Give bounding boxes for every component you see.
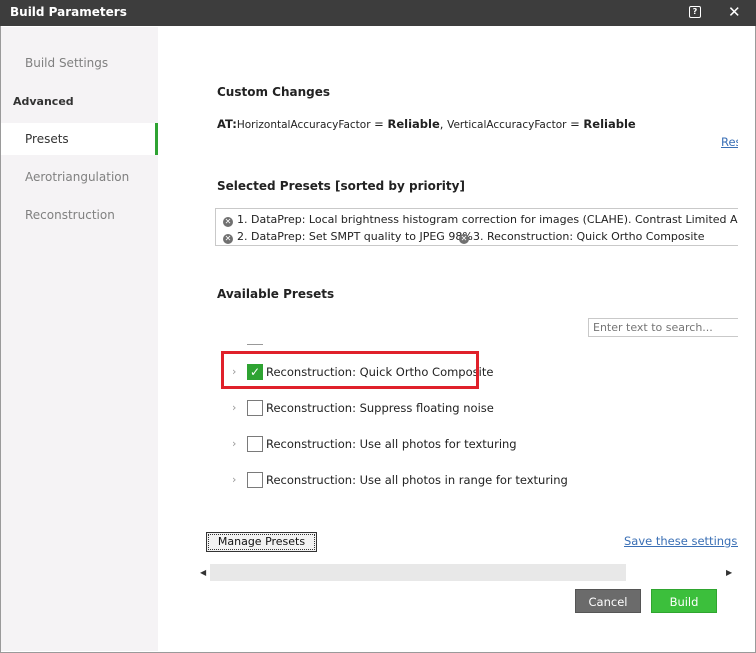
horizontal-scrollbar[interactable] xyxy=(210,564,626,581)
chevron-right-icon[interactable]: › xyxy=(232,401,236,414)
preset-checkbox[interactable] xyxy=(247,400,263,416)
selected-preset-chip: ✕ 3. Reconstruction: Quick Ortho Composit… xyxy=(459,230,705,244)
selected-presets-title: Selected Presets [sorted by priority] xyxy=(217,179,465,193)
help-icon[interactable]: ? xyxy=(689,6,701,18)
title-bar: Build Parameters ? ✕ xyxy=(0,0,756,26)
preset-search-input[interactable] xyxy=(588,318,738,337)
build-button[interactable]: Build xyxy=(651,589,717,613)
preset-label: Reconstruction: Use all photos for textu… xyxy=(266,437,517,451)
selected-preset-chip: ✕ 2. DataPrep: Set SMPT quality to JPEG 9… xyxy=(223,230,473,244)
list-scroll-indicator xyxy=(247,344,263,345)
sidebar-item-aerotriangulation[interactable]: Aerotriangulation xyxy=(1,161,158,193)
custom-changes-prefix: AT: xyxy=(217,117,237,131)
scroll-right-icon[interactable]: ▶ xyxy=(726,568,732,577)
chip-label: 1. DataPrep: Local brightness histogram … xyxy=(237,213,738,226)
sidebar-item-build-settings[interactable]: Build Settings xyxy=(1,47,158,79)
preset-checkbox[interactable] xyxy=(247,472,263,488)
eq-2: = xyxy=(566,117,584,131)
custom-changes-line: AT:HorizontalAccuracyFactor = Reliable, … xyxy=(217,117,636,131)
available-presets-title: Available Presets xyxy=(217,287,335,301)
chip-label: 2. DataPrep: Set SMPT quality to JPEG 98… xyxy=(237,230,473,243)
manage-presets-button[interactable]: Manage Presets xyxy=(206,532,317,552)
presets-panel: Custom Changes AT:HorizontalAccuracyFact… xyxy=(158,27,738,651)
selected-presets-box: ✕ 1. DataPrep: Local brightness histogram… xyxy=(215,208,738,246)
scroll-left-icon[interactable]: ◀ xyxy=(200,568,206,577)
remove-chip-icon[interactable]: ✕ xyxy=(459,234,469,244)
preset-label: Reconstruction: Suppress floating noise xyxy=(266,401,494,415)
value-horizontal: Reliable xyxy=(387,117,440,131)
cancel-button[interactable]: Cancel xyxy=(575,589,641,613)
close-icon[interactable]: ✕ xyxy=(728,3,741,21)
value-vertical: Reliable xyxy=(583,117,636,131)
save-settings-link[interactable]: Save these settings and xyxy=(624,534,738,548)
chevron-right-icon[interactable]: › xyxy=(232,473,236,486)
reset-link[interactable]: Res xyxy=(721,135,738,149)
preset-checkbox[interactable] xyxy=(247,436,263,452)
window-title: Build Parameters xyxy=(10,5,127,19)
remove-chip-icon[interactable]: ✕ xyxy=(223,234,233,244)
eq-1: = xyxy=(370,117,388,131)
sidebar: Build Settings Advanced Presets Aerotria… xyxy=(1,27,158,651)
chip-label: 3. Reconstruction: Quick Ortho Composite xyxy=(473,230,705,243)
chevron-right-icon[interactable]: › xyxy=(232,437,236,450)
separator: , xyxy=(439,117,448,131)
custom-changes-title: Custom Changes xyxy=(217,85,331,99)
sidebar-group-advanced: Advanced xyxy=(13,95,74,108)
param-horizontal: HorizontalAccuracyFactor xyxy=(236,119,371,131)
remove-chip-icon[interactable]: ✕ xyxy=(223,217,233,227)
preset-label: Reconstruction: Use all photos in range … xyxy=(266,473,568,487)
param-vertical: VerticalAccuracyFactor xyxy=(447,119,567,131)
selected-preset-chip: ✕ 1. DataPrep: Local brightness histogram… xyxy=(223,213,738,227)
sidebar-item-presets[interactable]: Presets xyxy=(1,123,158,155)
highlight-box xyxy=(221,351,479,389)
sidebar-item-reconstruction[interactable]: Reconstruction xyxy=(1,199,158,231)
